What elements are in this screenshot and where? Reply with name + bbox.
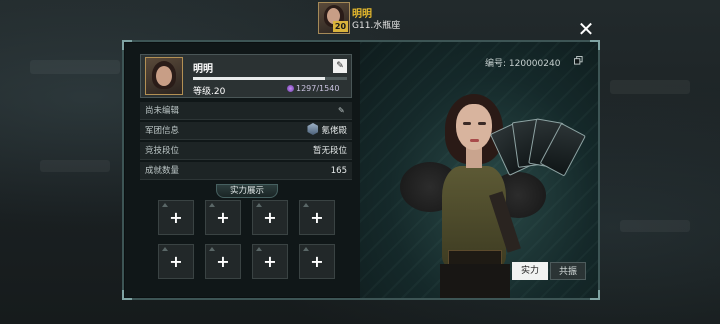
- rank-row: 竞技段位 暂无段位: [140, 142, 352, 160]
- player-level: 等级.20: [193, 87, 226, 97]
- add-icon: +: [263, 207, 277, 227]
- add-icon: +: [169, 207, 183, 227]
- add-icon: +: [310, 207, 324, 227]
- card-fan-icon: [489, 114, 586, 184]
- showcase-title: 实力展示: [216, 184, 278, 198]
- player-info-panel: 编号: 120000240 实力 共振 明明 ✎ 等级.20 1297/1540…: [122, 40, 600, 300]
- achievement-row: 成就数量 165: [140, 162, 352, 180]
- showcase-slot[interactable]: +: [158, 200, 194, 235]
- signature-row[interactable]: 尚未编辑 ✎: [140, 102, 352, 120]
- resource-value: 1297/1540: [296, 84, 340, 93]
- close-icon[interactable]: ✕: [575, 18, 597, 40]
- xp-bar-fill: [193, 77, 326, 80]
- showcase-slot[interactable]: +: [299, 200, 335, 235]
- add-icon: +: [310, 251, 324, 271]
- player-id: 编号: 120000240: [485, 59, 561, 69]
- slot-corner-icon: [303, 203, 309, 207]
- slot-corner-icon: [303, 247, 309, 251]
- tab-resonance[interactable]: 共振: [550, 262, 586, 280]
- slot-corner-icon: [162, 203, 168, 207]
- copy-icon[interactable]: [574, 56, 583, 65]
- slot-corner-icon: [162, 247, 168, 251]
- avatar[interactable]: [145, 57, 183, 95]
- rank-value: 暂无段位: [312, 146, 347, 156]
- achievement-label: 成就数量: [145, 166, 180, 176]
- add-icon: +: [169, 251, 183, 271]
- add-icon: +: [216, 251, 230, 271]
- rank-label: 竞技段位: [145, 146, 180, 156]
- profile-card: 明明 ✎ 等级.20 1297/1540: [140, 54, 352, 98]
- edit-name-icon[interactable]: ✎: [333, 59, 347, 73]
- orb-icon: [287, 85, 294, 92]
- add-icon: +: [216, 207, 230, 227]
- guild-emblem-icon: [307, 123, 319, 135]
- showcase-slot[interactable]: +: [252, 244, 288, 279]
- achievement-value: 165: [330, 166, 347, 176]
- background-blur-shape: [30, 60, 120, 74]
- showcase-slot[interactable]: +: [252, 200, 288, 235]
- header-server: G11.水瓶座: [352, 21, 401, 31]
- slot-corner-icon: [209, 247, 215, 251]
- slot-corner-icon: [209, 203, 215, 207]
- guild-row: 军团信息 氪佬殿: [140, 122, 352, 140]
- slot-corner-icon: [256, 203, 262, 207]
- tab-strength[interactable]: 实力: [512, 262, 548, 280]
- signature-text: 尚未编辑: [145, 106, 180, 116]
- resource-counter: 1297/1540: [287, 84, 339, 93]
- character-display: [360, 42, 598, 298]
- showcase-slot[interactable]: +: [299, 244, 335, 279]
- guild-label: 军团信息: [145, 126, 180, 136]
- slot-corner-icon: [256, 247, 262, 251]
- showcase-slot[interactable]: +: [158, 244, 194, 279]
- edit-signature-icon[interactable]: ✎: [338, 106, 347, 115]
- character-portrait: [360, 42, 598, 298]
- player-name: 明明: [193, 64, 213, 75]
- showcase-slot[interactable]: +: [205, 244, 241, 279]
- add-icon: +: [263, 251, 277, 271]
- guild-value[interactable]: 氪佬殿: [307, 122, 347, 140]
- header-level-badge: 20: [333, 21, 348, 32]
- xp-bar: [193, 77, 347, 80]
- background-blur-shape: [610, 80, 690, 94]
- background-blur-shape: [40, 160, 110, 172]
- showcase-slot[interactable]: +: [205, 200, 241, 235]
- background-blur-shape: [620, 220, 690, 232]
